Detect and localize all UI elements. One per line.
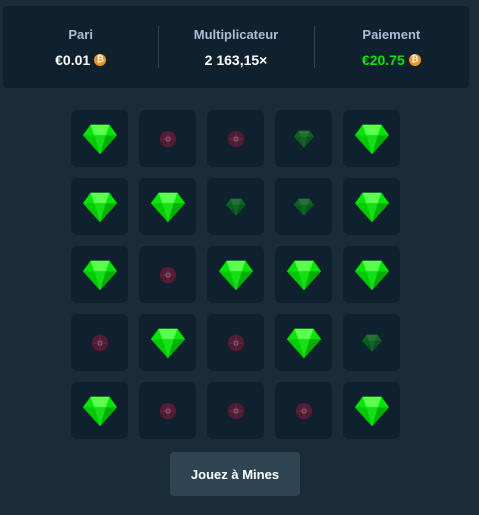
gem-icon: [81, 188, 119, 226]
mines-tile[interactable]: [275, 314, 332, 371]
mine-icon: [157, 128, 179, 150]
bet-stat: Pari €0.01 ₿: [3, 6, 158, 88]
payout-label: Paiement: [362, 26, 421, 42]
mines-tile[interactable]: [343, 178, 400, 235]
multiplier-label: Multiplicateur: [193, 26, 279, 42]
gem-icon: [81, 120, 119, 158]
mines-tile[interactable]: [71, 246, 128, 303]
stats-panel: Pari €0.01 ₿ Multiplicateur 2 163,15× Pa…: [3, 6, 469, 88]
mine-icon: [225, 128, 247, 150]
mines-board: [71, 110, 400, 439]
mines-tile[interactable]: [275, 110, 332, 167]
mines-tile[interactable]: [207, 382, 264, 439]
multiplier-value-row: 2 163,15×: [205, 52, 268, 68]
gem-icon: [361, 332, 383, 354]
play-mines-button[interactable]: Jouez à Mines: [170, 452, 300, 496]
mines-tile[interactable]: [343, 110, 400, 167]
gem-icon: [81, 256, 119, 294]
gem-icon: [353, 256, 391, 294]
gem-icon: [353, 188, 391, 226]
bet-value-row: €0.01 ₿: [55, 51, 107, 68]
mines-tile[interactable]: [71, 178, 128, 235]
mines-tile[interactable]: [139, 178, 196, 235]
gem-icon: [217, 256, 255, 294]
mines-tile[interactable]: [139, 110, 196, 167]
gem-icon: [293, 196, 315, 218]
mines-tile[interactable]: [275, 246, 332, 303]
gem-icon: [285, 324, 323, 362]
mines-tile[interactable]: [207, 178, 264, 235]
bet-value: €0.01: [55, 51, 91, 68]
multiplier-stat: Multiplicateur 2 163,15×: [158, 6, 313, 88]
mine-icon: [89, 332, 111, 354]
gem-icon: [285, 256, 323, 294]
mine-icon: [225, 400, 247, 422]
mine-icon: [157, 264, 179, 286]
mines-tile[interactable]: [71, 382, 128, 439]
mines-tile[interactable]: [207, 314, 264, 371]
payout-value: €20.75: [361, 51, 405, 68]
payout-stat: Paiement €20.75 ₿: [313, 6, 469, 88]
bet-label: Pari: [68, 26, 93, 42]
mines-tile[interactable]: [139, 246, 196, 303]
mines-tile[interactable]: [275, 178, 332, 235]
mines-tile[interactable]: [139, 314, 196, 371]
mines-tile[interactable]: [207, 110, 264, 167]
mine-icon: [157, 400, 179, 422]
gem-icon: [353, 120, 391, 158]
mines-tile[interactable]: [275, 382, 332, 439]
multiplier-value: 2 163,15×: [204, 51, 268, 68]
gem-icon: [149, 324, 187, 362]
bitcoin-icon: ₿: [94, 53, 107, 66]
mines-tile[interactable]: [71, 110, 128, 167]
gem-icon: [353, 392, 391, 430]
mines-tile[interactable]: [139, 382, 196, 439]
mines-tile[interactable]: [71, 314, 128, 371]
gem-icon: [81, 392, 119, 430]
mine-icon: [293, 400, 315, 422]
gem-icon: [293, 128, 315, 150]
mines-tile[interactable]: [343, 382, 400, 439]
mine-icon: [225, 332, 247, 354]
gem-icon: [149, 188, 187, 226]
mines-tile[interactable]: [343, 314, 400, 371]
bitcoin-icon: ₿: [408, 53, 421, 66]
mines-tile[interactable]: [207, 246, 264, 303]
payout-value-row: €20.75 ₿: [362, 52, 421, 68]
mines-tile[interactable]: [343, 246, 400, 303]
gem-icon: [225, 196, 247, 218]
